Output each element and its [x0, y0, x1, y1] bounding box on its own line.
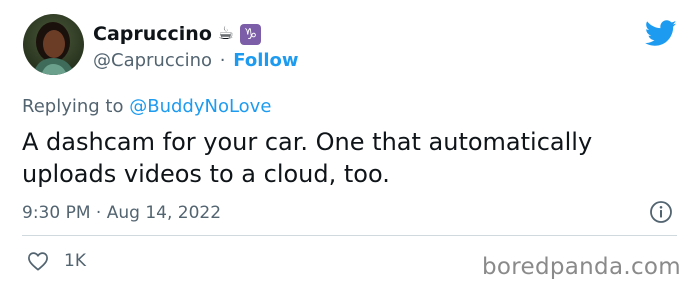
twitter-bird-icon[interactable] [645, 20, 677, 47]
reply-mention-link[interactable]: @BuddyNoLove [129, 96, 271, 117]
coffee-emoji: ☕ [217, 23, 235, 44]
timestamp-separator: · [95, 203, 102, 223]
author-name-row[interactable]: Capruccino ☕ ♑ [93, 22, 262, 46]
boredpanda-watermark: boredpanda.com [482, 254, 681, 280]
capricorn-badge: ♑ [240, 23, 262, 45]
handle-separator: · [219, 50, 226, 71]
author-handle[interactable]: @Capruccino [93, 50, 212, 71]
avatar[interactable] [23, 14, 84, 75]
divider [22, 235, 677, 236]
info-icon[interactable] [649, 200, 673, 224]
heart-icon[interactable] [27, 251, 49, 271]
author-handle-row: @Capruccino · Follow [93, 50, 299, 72]
replying-prefix: Replying to [22, 96, 124, 117]
author-display-name[interactable]: Capruccino [93, 22, 212, 46]
tweet-date[interactable]: Aug 14, 2022 [107, 203, 221, 223]
tweet-timestamp[interactable]: 9:30 PM · Aug 14, 2022 [22, 202, 221, 224]
like-count[interactable]: 1K [64, 250, 86, 272]
replying-to: Replying to @BuddyNoLove [22, 96, 271, 118]
tweet-time[interactable]: 9:30 PM [22, 203, 91, 223]
follow-button[interactable]: Follow [233, 50, 298, 71]
tweet-text: A dashcam for your car. One that automat… [22, 128, 593, 188]
